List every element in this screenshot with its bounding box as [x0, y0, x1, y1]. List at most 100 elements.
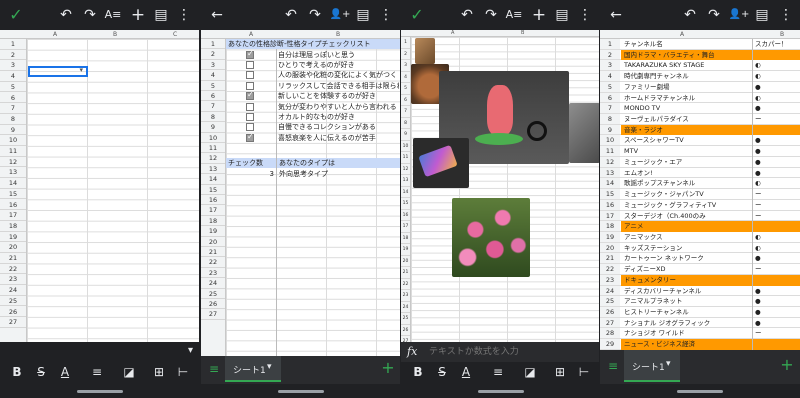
row-number[interactable]: 3 [401, 60, 410, 72]
comment-icon[interactable]: ▤ [552, 5, 572, 25]
column-a-label[interactable]: A [249, 31, 253, 38]
row-number[interactable]: 23 [401, 290, 410, 302]
row-number[interactable]: 17 [600, 210, 620, 221]
checkbox[interactable] [246, 123, 254, 132]
row-number[interactable]: 20 [201, 237, 225, 247]
row-number[interactable]: 12 [201, 153, 225, 164]
row-number[interactable]: 24 [0, 285, 26, 296]
row-number[interactable]: 21 [201, 247, 225, 258]
channel-row[interactable]: 7 MONDO TV ● [600, 103, 800, 115]
undo-icon[interactable]: ↶ [680, 5, 700, 25]
channel-row[interactable]: 22 ディズニーXD ー [600, 264, 800, 275]
align-icon[interactable]: ≡ [88, 365, 106, 379]
row-number[interactable]: 26 [0, 307, 26, 318]
row-number[interactable]: 8 [201, 112, 225, 123]
checkbox[interactable] [246, 49, 254, 59]
row-number[interactable]: 5 [600, 81, 620, 92]
add-person-icon[interactable]: 👤+ [728, 5, 750, 25]
row-number[interactable]: 4 [201, 70, 225, 81]
row-number[interactable]: 17 [0, 210, 26, 221]
row-number[interactable]: 21 [600, 253, 620, 264]
row-number[interactable]: 13 [401, 175, 410, 187]
row-number[interactable]: 8 [0, 114, 26, 125]
sheets-list-icon[interactable]: ≡ [205, 362, 223, 376]
channel-row[interactable]: 27 ナショナル ジオグラフィック ● [600, 317, 800, 329]
row-number[interactable]: 4 [0, 71, 26, 82]
checkbox[interactable] [246, 81, 254, 90]
row-number[interactable]: 9 [201, 122, 225, 133]
channel-row[interactable]: 21 カートゥーン ネットワーク ● [600, 253, 800, 265]
add-icon[interactable]: + [529, 5, 549, 25]
more-icon[interactable]: ⋮ [174, 5, 194, 25]
row-number[interactable]: 22 [0, 264, 26, 275]
insert-column-icon[interactable]: ⊢ [575, 365, 593, 379]
channel-row[interactable]: 20 キッズステーション ◐ [600, 242, 800, 254]
row-number[interactable]: 10 [600, 135, 620, 146]
category-row[interactable]: 9 音楽・ラジオ [600, 124, 800, 136]
category-row[interactable]: 29 ニュース・ビジネス経済 [600, 339, 800, 350]
channel-row[interactable]: 5 ファミリー劇場 ● [600, 81, 800, 93]
channel-row[interactable]: 26 ヒストリーチャンネル ● [600, 307, 800, 318]
row-number[interactable]: 25 [401, 313, 410, 325]
row-number[interactable]: 3 [600, 60, 620, 71]
row-number[interactable]: 18 [201, 216, 225, 227]
row-number[interactable]: 13 [201, 164, 225, 175]
strikethrough-icon[interactable]: S [433, 365, 451, 379]
chevron-down-icon[interactable]: ▾ [267, 362, 272, 372]
row-number[interactable]: 20 [0, 242, 26, 253]
row-number[interactable]: 27 [0, 317, 26, 328]
row-number[interactable]: 7 [0, 103, 26, 114]
redo-icon[interactable]: ↷ [481, 5, 501, 25]
column-b-label[interactable]: B [336, 31, 340, 38]
row-number[interactable]: 1 [401, 37, 410, 49]
comment-icon[interactable]: ▤ [752, 5, 772, 25]
confirm-icon[interactable]: ✓ [407, 5, 427, 25]
merge-cells-icon[interactable]: ⊞ [150, 365, 168, 379]
merge-cells-icon[interactable]: ⊞ [551, 365, 569, 379]
text-format-icon[interactable]: A≡ [103, 5, 123, 25]
bold-icon[interactable]: B [8, 365, 26, 379]
row-number[interactable]: 1 [201, 39, 225, 50]
sheet-tab-active[interactable]: シート1 ▾ [225, 356, 281, 382]
strikethrough-icon[interactable]: S [32, 365, 50, 379]
checkbox[interactable] [246, 132, 254, 142]
add-person-icon[interactable]: 👤+ [329, 5, 351, 25]
row-number[interactable]: 6 [600, 92, 620, 103]
row-number[interactable]: 22 [401, 279, 410, 290]
add-sheet-icon[interactable]: + [778, 357, 796, 373]
row-number[interactable]: 10 [0, 135, 26, 146]
row-number[interactable]: 13 [0, 167, 26, 179]
row-number[interactable]: 5 [201, 81, 225, 91]
header-row[interactable]: 1 チャンネル名 スカパー！ [600, 39, 800, 50]
row-number[interactable]: 9 [401, 129, 410, 141]
row-number[interactable]: 10 [201, 133, 225, 143]
row-number[interactable]: 17 [201, 205, 225, 216]
add-sheet-icon[interactable]: + [379, 360, 397, 376]
row-number[interactable]: 3 [201, 60, 225, 71]
channel-row[interactable]: 17 スターデジオ（Ch.400のみ ー [600, 210, 800, 222]
row-number[interactable]: 20 [600, 242, 620, 253]
chevron-down-icon[interactable]: ▾ [666, 359, 671, 369]
laptop-photo[interactable] [569, 103, 600, 163]
row-number[interactable]: 10 [401, 141, 410, 152]
row-number[interactable]: 15 [0, 189, 26, 200]
more-icon[interactable]: ⋮ [376, 5, 396, 25]
home-pill[interactable] [277, 390, 324, 393]
column-c-label[interactable]: C [173, 31, 177, 38]
row-number[interactable]: 25 [0, 296, 26, 307]
roses-photo[interactable] [452, 198, 530, 277]
row-number[interactable]: 2 [401, 49, 410, 60]
home-pill[interactable] [76, 390, 123, 393]
checkbox[interactable] [246, 102, 254, 111]
row-number[interactable]: 19 [401, 244, 410, 256]
undo-icon[interactable]: ↶ [457, 5, 477, 25]
row-number[interactable]: 23 [201, 268, 225, 279]
back-icon[interactable]: ← [606, 5, 626, 25]
row-number[interactable]: 14 [0, 178, 26, 189]
channel-row[interactable]: 15 ミュージック・ジャパンTV ー [600, 189, 800, 200]
channel-row[interactable]: 4 時代劇専門チャンネル ◐ [600, 71, 800, 82]
row-number[interactable]: 26 [600, 307, 620, 317]
row-number[interactable]: 14 [401, 187, 410, 198]
channel-row[interactable]: 14 歌謡ポップスチャンネル ◐ [600, 178, 800, 190]
row-number[interactable]: 18 [0, 221, 26, 232]
